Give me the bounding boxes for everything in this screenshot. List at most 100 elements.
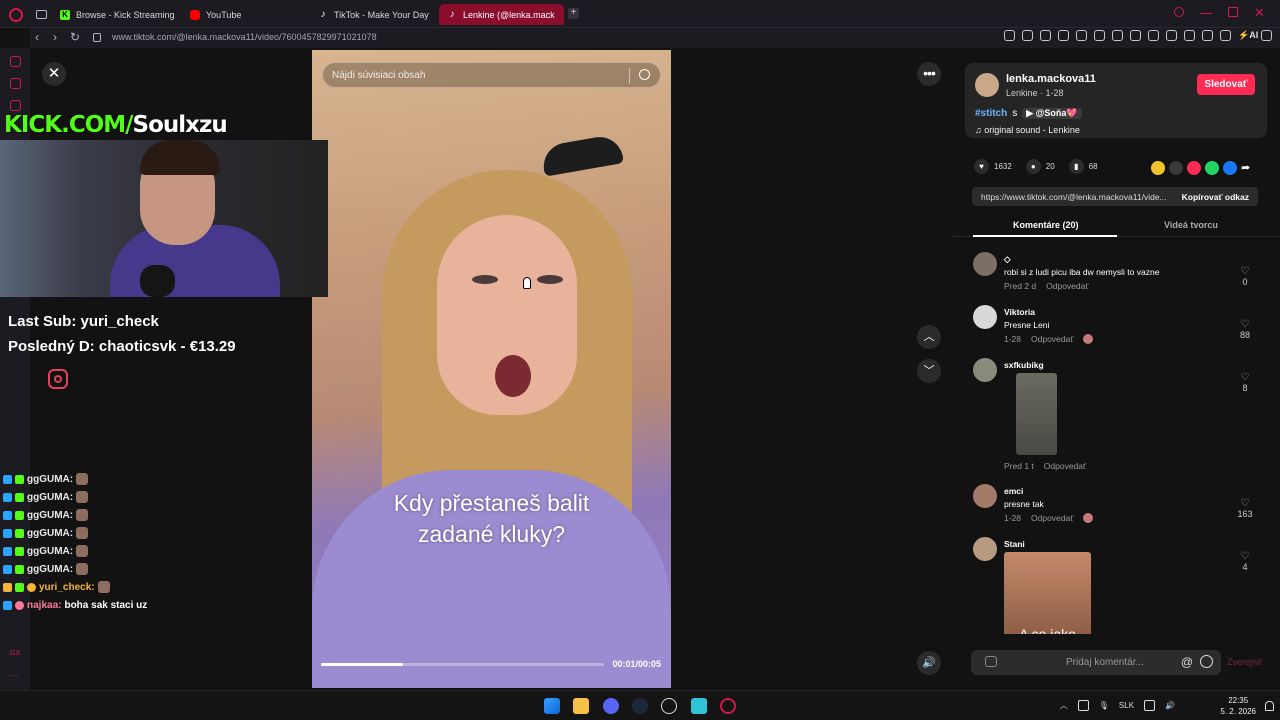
minimize-button[interactable] bbox=[1200, 7, 1212, 14]
zoom-icon[interactable] bbox=[1004, 30, 1015, 41]
file-explorer-icon[interactable] bbox=[573, 698, 589, 714]
aria-ai-icon[interactable]: ⚡AI bbox=[1238, 30, 1258, 41]
chevron-up-icon[interactable]: ︿ bbox=[1060, 700, 1068, 711]
speaker-icon[interactable]: 🔊 bbox=[1165, 701, 1175, 710]
notification-icon[interactable] bbox=[1265, 701, 1274, 711]
close-window-button[interactable]: ✕ bbox=[1254, 6, 1266, 19]
comment-gif[interactable]: A co jako bbox=[1004, 552, 1091, 634]
more-icon[interactable]: ··· bbox=[10, 670, 21, 681]
next-video-button[interactable]: ﹀ bbox=[917, 359, 941, 383]
copy-link-button[interactable]: Kopírovať odkaz bbox=[1182, 192, 1249, 202]
video-player[interactable]: Nájdi súvisiaci obsah Kdy přestaneš bali… bbox=[312, 50, 671, 688]
maximize-button[interactable] bbox=[1228, 7, 1238, 17]
new-tab-button[interactable]: + bbox=[568, 8, 579, 19]
network-icon[interactable] bbox=[1144, 700, 1156, 711]
emoji-icon[interactable] bbox=[1200, 655, 1213, 668]
sound-link[interactable]: ♫ original sound - Lenkine bbox=[975, 125, 1080, 135]
bag-icon[interactable] bbox=[10, 78, 21, 89]
tab-comments[interactable]: Komentáre (20) bbox=[1013, 220, 1079, 230]
comment-input[interactable]: Pridaj komentár... @ bbox=[971, 650, 1221, 675]
back-button[interactable]: ‹ bbox=[35, 30, 39, 44]
author-username[interactable]: lenka.mackova11 bbox=[1006, 73, 1096, 85]
shield-icon[interactable] bbox=[1058, 30, 1069, 41]
cube-icon[interactable] bbox=[1184, 30, 1195, 41]
comment-image[interactable] bbox=[1016, 373, 1057, 455]
tab-search-icon[interactable] bbox=[1174, 7, 1184, 17]
comment-like-button[interactable]: ♡ 88 bbox=[1233, 319, 1257, 340]
hashtag-link[interactable]: #stitch bbox=[975, 108, 1007, 119]
heart-icon[interactable] bbox=[1112, 30, 1123, 41]
author-avatar[interactable] bbox=[975, 73, 999, 97]
volume-button[interactable]: 🔊 bbox=[917, 651, 941, 675]
comment-like-button[interactable]: ♡ 4 bbox=[1233, 551, 1257, 572]
url-field[interactable]: www.tiktok.com/@lenka.mackova11/video/76… bbox=[112, 32, 377, 42]
comment-like-button[interactable]: ♡ 0 bbox=[1233, 266, 1257, 287]
like-button[interactable]: ♥ 1632 bbox=[974, 159, 1012, 174]
start-icon[interactable] bbox=[544, 698, 560, 714]
clock[interactable]: 22:35 5. 2. 2026 bbox=[1220, 695, 1256, 717]
reply-button[interactable]: Odpovedať bbox=[1046, 281, 1088, 291]
language-indicator[interactable]: SLK bbox=[1119, 701, 1134, 710]
play-icon[interactable] bbox=[1094, 30, 1105, 41]
comment-like-button[interactable]: ♡ 163 bbox=[1233, 498, 1257, 519]
tab-kick[interactable]: K Browse - Kick Streaming bbox=[52, 4, 180, 25]
mention-icon[interactable]: @ bbox=[1181, 655, 1193, 669]
coin-icon[interactable] bbox=[1151, 161, 1165, 175]
comment-button[interactable]: ● 20 bbox=[1025, 159, 1055, 174]
post-comment-button[interactable]: Zverejniť bbox=[1227, 657, 1262, 667]
audio-icon[interactable] bbox=[1148, 30, 1159, 41]
notepad-icon[interactable] bbox=[691, 698, 707, 714]
tab-youtube[interactable]: YouTube bbox=[182, 4, 302, 25]
tab-island-icon[interactable] bbox=[36, 10, 47, 19]
tab-lenkine[interactable]: ♪ Lenkine (@lenka.mack bbox=[439, 4, 564, 25]
commenter-avatar[interactable] bbox=[973, 305, 997, 329]
commenter-name[interactable]: ◇ bbox=[1004, 254, 1011, 265]
commenter-avatar[interactable] bbox=[973, 358, 997, 382]
translate-icon[interactable] bbox=[1076, 30, 1087, 41]
commenter-avatar[interactable] bbox=[973, 537, 997, 561]
forward-button[interactable]: › bbox=[53, 30, 57, 44]
commenter-name[interactable]: Stani bbox=[1004, 539, 1025, 549]
reload-button[interactable]: ↻ bbox=[70, 30, 80, 44]
opera-gx-icon[interactable] bbox=[720, 698, 736, 714]
send-icon[interactable] bbox=[1187, 161, 1201, 175]
pin-icon[interactable] bbox=[1022, 30, 1033, 41]
reply-button[interactable]: Odpovedať bbox=[1044, 461, 1086, 471]
menu-icon[interactable] bbox=[1261, 30, 1272, 41]
reply-button[interactable]: Odpovedať bbox=[1031, 334, 1073, 344]
opera-logo-icon[interactable] bbox=[9, 8, 23, 22]
discord-icon[interactable] bbox=[603, 698, 619, 714]
extensions-icon[interactable] bbox=[1166, 30, 1177, 41]
share-link-url[interactable]: https://www.tiktok.com/@lenka.mackova11/… bbox=[981, 192, 1176, 202]
gx-icon[interactable]: GX bbox=[10, 650, 21, 661]
follow-button[interactable]: Sledovať bbox=[1197, 74, 1255, 95]
account-icon[interactable] bbox=[1202, 30, 1213, 41]
reply-button[interactable]: Odpovedať bbox=[1031, 513, 1073, 523]
whatsapp-icon[interactable] bbox=[1205, 161, 1219, 175]
wallet-icon[interactable] bbox=[1130, 30, 1141, 41]
tab-creator-videos[interactable]: Videá tvorcu bbox=[1164, 220, 1218, 230]
more-options-button[interactable]: ••• bbox=[917, 62, 941, 86]
comment-like-button[interactable]: ♡ 8 bbox=[1233, 372, 1257, 393]
download-icon[interactable] bbox=[1220, 30, 1231, 41]
mention-link[interactable]: ▶ @Soňa💖 bbox=[1022, 108, 1082, 119]
steam-icon[interactable] bbox=[632, 698, 648, 714]
commenter-name[interactable]: emci bbox=[1004, 486, 1023, 496]
commenter-avatar[interactable] bbox=[973, 252, 997, 276]
facebook-icon[interactable] bbox=[1223, 161, 1237, 175]
embed-icon[interactable] bbox=[1169, 161, 1183, 175]
messenger-icon[interactable] bbox=[10, 100, 21, 111]
previous-video-button[interactable]: ︿ bbox=[917, 325, 941, 349]
microphone-icon[interactable]: 🎙 bbox=[1099, 701, 1109, 710]
tab-tiktok[interactable]: ♪ TikTok - Make Your Day bbox=[310, 4, 435, 25]
discord-tray-icon[interactable] bbox=[1077, 700, 1089, 711]
search-icon[interactable] bbox=[639, 69, 650, 80]
share-arrow-icon[interactable]: ➦ bbox=[1241, 161, 1255, 175]
close-video-button[interactable]: ✕ bbox=[42, 62, 66, 86]
commenter-name[interactable]: Viktoria bbox=[1004, 307, 1035, 317]
history-icon[interactable] bbox=[10, 56, 21, 67]
save-button[interactable]: ▮ 68 bbox=[1068, 159, 1098, 174]
commenter-name[interactable]: sxfkubikg bbox=[1004, 360, 1044, 370]
commenter-avatar[interactable] bbox=[973, 484, 997, 508]
image-icon[interactable] bbox=[985, 656, 997, 667]
